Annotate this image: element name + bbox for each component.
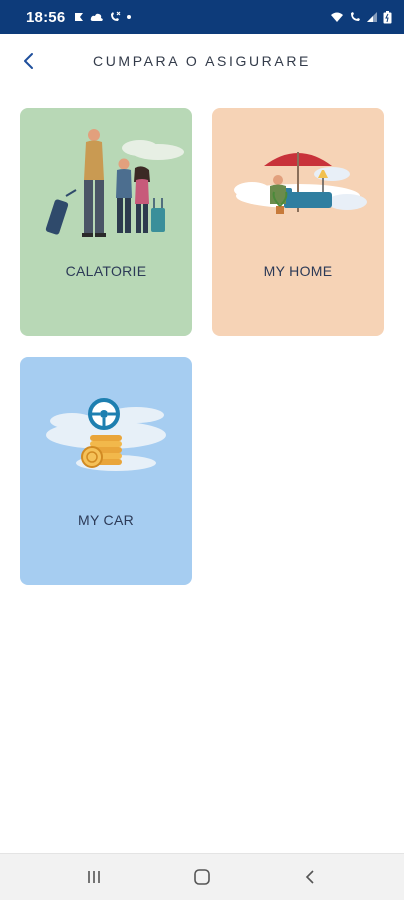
back-icon xyxy=(305,870,314,884)
home-umbrella-illustration xyxy=(234,152,367,214)
tile-label: MY CAR xyxy=(78,512,134,528)
back-nav-button[interactable] xyxy=(286,857,334,897)
signal-icon xyxy=(367,12,377,22)
steering-wheel-coins-illustration xyxy=(46,398,166,471)
system-nav-bar xyxy=(0,853,404,900)
wifi-calling-icon xyxy=(351,12,360,21)
status-icons-right xyxy=(330,10,392,24)
page-title: CUMPARA O ASIGURARE xyxy=(93,53,311,69)
dot-icon xyxy=(127,15,132,19)
travel-family-illustration xyxy=(45,129,184,237)
wifi-icon xyxy=(331,12,343,22)
status-left: 18:56 xyxy=(26,9,132,26)
tile-label: CALATORIE xyxy=(65,263,147,279)
status-icons-left xyxy=(73,11,132,23)
home-icon xyxy=(194,869,210,885)
notification-icon xyxy=(75,13,84,21)
status-time: 18:56 xyxy=(26,8,66,26)
recent-apps-icon xyxy=(88,871,100,883)
tile-label: MY HOME xyxy=(263,263,333,279)
battery-icon xyxy=(383,10,392,23)
cloud-icon xyxy=(91,13,104,21)
tile-my-car[interactable]: MY CAR xyxy=(20,357,192,585)
tile-my-home[interactable]: MY HOME xyxy=(212,108,384,336)
home-button[interactable] xyxy=(178,857,226,897)
chevron-left-icon xyxy=(24,53,33,69)
status-bar: 18:56 xyxy=(0,0,404,34)
back-button[interactable] xyxy=(14,46,44,76)
missed-call-icon xyxy=(111,11,121,21)
app-header: CUMPARA O ASIGURARE xyxy=(0,34,404,88)
tile-calatorie[interactable]: CALATORIE xyxy=(20,108,192,336)
recent-apps-button[interactable] xyxy=(70,857,118,897)
